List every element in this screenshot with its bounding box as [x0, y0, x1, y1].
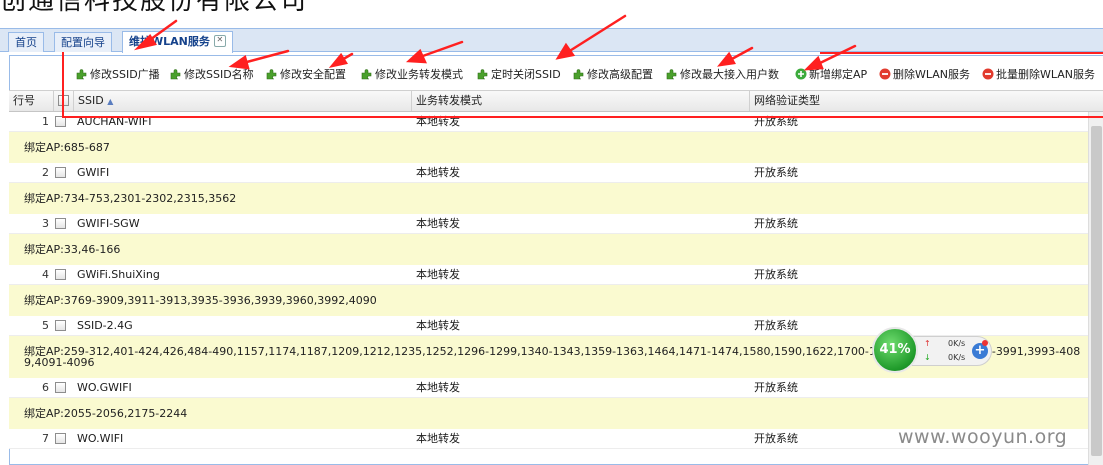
upload-speed: 0K/s	[948, 339, 966, 348]
watermark: www.wooyun.org	[898, 426, 1068, 448]
download-speed: 0K/s	[948, 353, 966, 362]
notification-dot	[982, 340, 988, 346]
memory-usage-ball[interactable]: 41%	[872, 327, 918, 373]
upload-arrow-icon: ↑	[924, 339, 931, 348]
usage-percent: 41%	[879, 342, 911, 357]
annotation-arrows	[134, 14, 857, 71]
network-speed-widget[interactable]: 41% ↑ ↓ 0K/s 0K/s +	[872, 327, 994, 373]
download-arrow-icon: ↓	[924, 353, 931, 362]
